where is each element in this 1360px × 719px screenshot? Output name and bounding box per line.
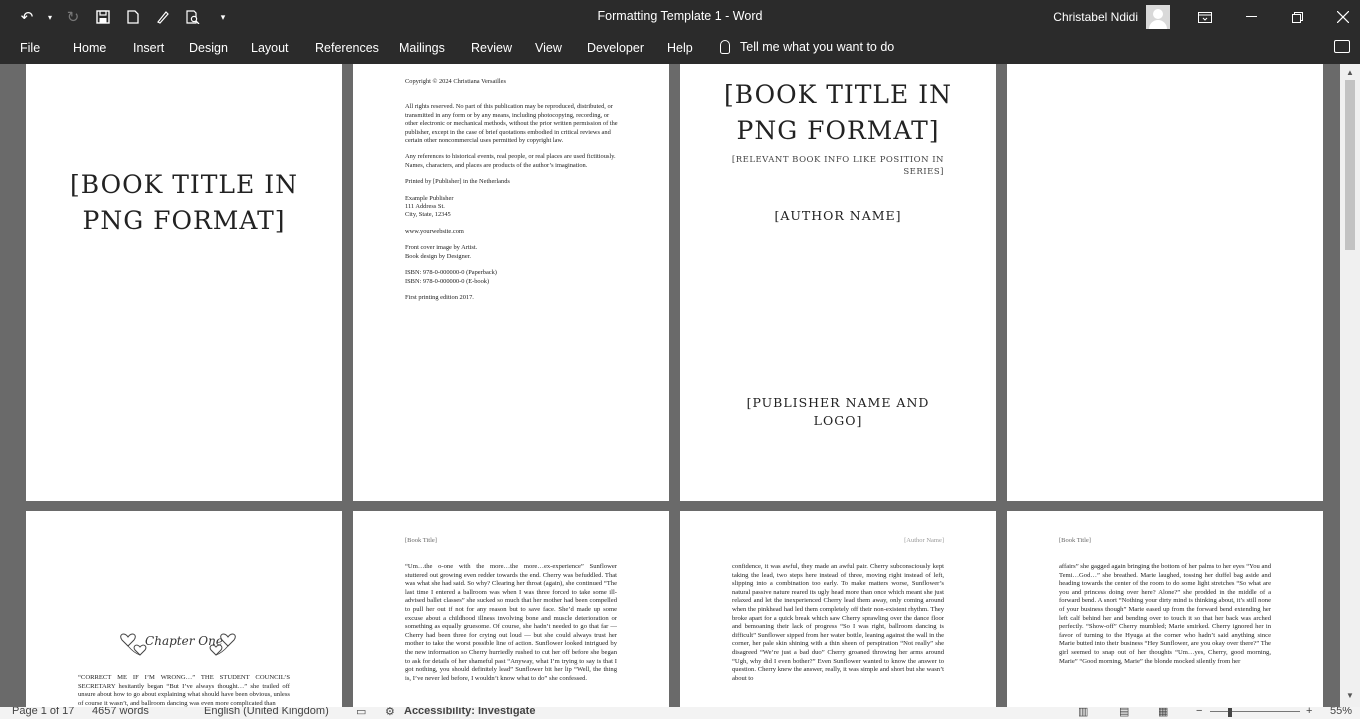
page-8-body[interactable]: [Book Title] affairs” she gagged again b… <box>1007 511 1323 707</box>
page-7-body[interactable]: [Author Name] confidence, it was awful, … <box>680 511 996 707</box>
design-credit: Book design by Designer. <box>405 252 472 260</box>
ribbon-tabs: File Home Insert Design Layout Reference… <box>0 34 1360 64</box>
quick-access-toolbar: ↶ ▾ ↻ ▾ <box>14 0 236 34</box>
rights-paragraph: All rights reserved. No part of this pub… <box>405 103 618 145</box>
chapter-body-text: “CORRECT ME IF I’M WRONG…” THE STUDENT C… <box>78 674 290 707</box>
body-text: “Um…the o-one with the more…the more…ex-… <box>405 563 617 682</box>
printed-line: Printed by [Publisher] in the Netherland… <box>405 178 510 186</box>
tab-references[interactable]: References <box>315 41 379 55</box>
draw-pen-icon[interactable] <box>150 4 176 30</box>
scroll-up-icon[interactable]: ▲ <box>1340 68 1360 77</box>
tab-home[interactable]: Home <box>73 41 106 55</box>
save-icon[interactable] <box>90 4 116 30</box>
body-text: confidence, it was awful, they made an a… <box>732 563 944 682</box>
publisher-address-1: 111 Address St. <box>405 203 445 211</box>
page-5-chapter[interactable]: Chapter One “CORRECT ME IF I’M WRONG…” T… <box>26 511 342 707</box>
tab-help[interactable]: Help <box>667 41 693 55</box>
book-title: [BOOK TITLE IN PNG FORMAT] <box>70 170 298 235</box>
tab-review[interactable]: Review <box>471 41 512 55</box>
publisher-name: Example Publisher <box>405 194 454 202</box>
page-6-body[interactable]: [Book Title] “Um…the o-one with the more… <box>353 511 669 707</box>
customize-toolbar-icon[interactable]: ▾ <box>210 4 236 30</box>
zoom-out-icon[interactable]: − <box>1196 707 1202 717</box>
book-info: [RELEVANT BOOK INFO LIKE POSITION IN SER… <box>731 155 944 177</box>
comments-icon[interactable] <box>1334 40 1350 53</box>
page-2-copyright[interactable]: Copyright © 2024 Christiana Versailles A… <box>353 64 669 501</box>
user-name[interactable]: Christabel Ndidi <box>1053 10 1138 24</box>
restore-icon[interactable] <box>1274 0 1320 34</box>
zoom-slider[interactable] <box>1210 711 1300 712</box>
page-4-blank[interactable] <box>1007 64 1323 501</box>
print-preview-icon[interactable] <box>180 4 206 30</box>
macro-record-icon[interactable]: ▭ <box>356 707 366 718</box>
isbn-paperback: ISBN: 978-0-000000-0 (Paperback) <box>405 269 497 277</box>
read-mode-icon[interactable]: ▥ <box>1078 707 1088 718</box>
publisher-name-logo: [PUBLISHER NAME AND LOGO] <box>746 395 930 428</box>
ribbon-display-options-icon[interactable] <box>1182 0 1228 34</box>
page-1[interactable]: [BOOK TITLE IN PNG FORMAT] <box>26 64 342 501</box>
status-bar: Page 1 of 17 4657 words English (United … <box>0 707 1360 719</box>
redo-icon[interactable]: ↻ <box>60 4 86 30</box>
isbn-ebook: ISBN: 978-0-000000-0 (E-book) <box>405 277 490 285</box>
vertical-scrollbar[interactable]: ▲ ▼ <box>1340 64 1360 707</box>
fiction-paragraph: Any references to historical events, rea… <box>405 153 616 169</box>
tab-developer[interactable]: Developer <box>587 41 644 55</box>
tab-insert[interactable]: Insert <box>133 41 164 55</box>
scroll-thumb[interactable] <box>1345 80 1355 250</box>
accessibility-icon: ⚙ <box>385 707 395 718</box>
body-text: affairs” she gagged again bringing the b… <box>1059 563 1271 665</box>
scroll-down-icon[interactable]: ▼ <box>1340 691 1360 700</box>
tab-file[interactable]: File <box>20 41 40 55</box>
heart-ornament-right-icon <box>209 633 236 656</box>
tell-me-label: Tell me what you want to do <box>740 40 895 54</box>
lightbulb-icon <box>720 40 730 54</box>
page-header-book-title: [Book Title] <box>405 537 437 544</box>
publisher-address-2: City, State, 12345 <box>405 211 451 219</box>
page-header-author-name: [Author Name] <box>904 537 944 544</box>
zoom-in-icon[interactable]: + <box>1306 707 1312 717</box>
print-layout-icon[interactable]: ▤ <box>1119 707 1129 718</box>
tell-me-search[interactable]: Tell me what you want to do <box>720 40 894 54</box>
minimize-icon[interactable] <box>1228 0 1274 34</box>
tab-view[interactable]: View <box>535 41 562 55</box>
new-document-icon[interactable] <box>120 4 146 30</box>
document-canvas[interactable]: [BOOK TITLE IN PNG FORMAT] Copyright © 2… <box>0 64 1340 707</box>
word-count[interactable]: 4657 words <box>92 707 149 717</box>
title-page-title: [BOOK TITLE IN PNG FORMAT] <box>724 80 952 145</box>
author-name: [AUTHOR NAME] <box>774 208 902 223</box>
tab-design[interactable]: Design <box>189 41 228 55</box>
tab-mailings[interactable]: Mailings <box>399 41 445 55</box>
title-bar: ↶ ▾ ↻ ▾ Formatting Template 1 - Word Chr… <box>0 0 1360 34</box>
accessibility-status[interactable]: Accessibility: Investigate <box>404 707 535 717</box>
undo-icon[interactable]: ↶ <box>14 4 40 30</box>
web-layout-icon[interactable]: ▦ <box>1158 707 1168 718</box>
copyright-line: Copyright © 2024 Christiana Versailles <box>405 78 506 85</box>
undo-dropdown-icon[interactable]: ▾ <box>44 4 56 30</box>
page-3-title[interactable]: [BOOK TITLE IN PNG FORMAT] [RELEVANT BOO… <box>680 64 996 501</box>
zoom-level[interactable]: 55% <box>1330 707 1352 717</box>
cover-credit: Front cover image by Artist. <box>405 244 478 252</box>
language[interactable]: English (United Kingdom) <box>204 707 329 717</box>
close-icon[interactable] <box>1320 0 1360 34</box>
avatar[interactable] <box>1146 5 1170 29</box>
page-count[interactable]: Page 1 of 17 <box>12 707 74 717</box>
copyright-block: Copyright © 2024 Christiana Versailles A… <box>405 78 620 302</box>
page-header-book-title: [Book Title] <box>1059 537 1091 544</box>
edition-line: First printing edition 2017. <box>405 293 474 301</box>
tab-layout[interactable]: Layout <box>251 41 289 55</box>
zoom-slider-thumb[interactable] <box>1228 708 1232 717</box>
website-line: www.yourwebsite.com <box>405 227 464 235</box>
